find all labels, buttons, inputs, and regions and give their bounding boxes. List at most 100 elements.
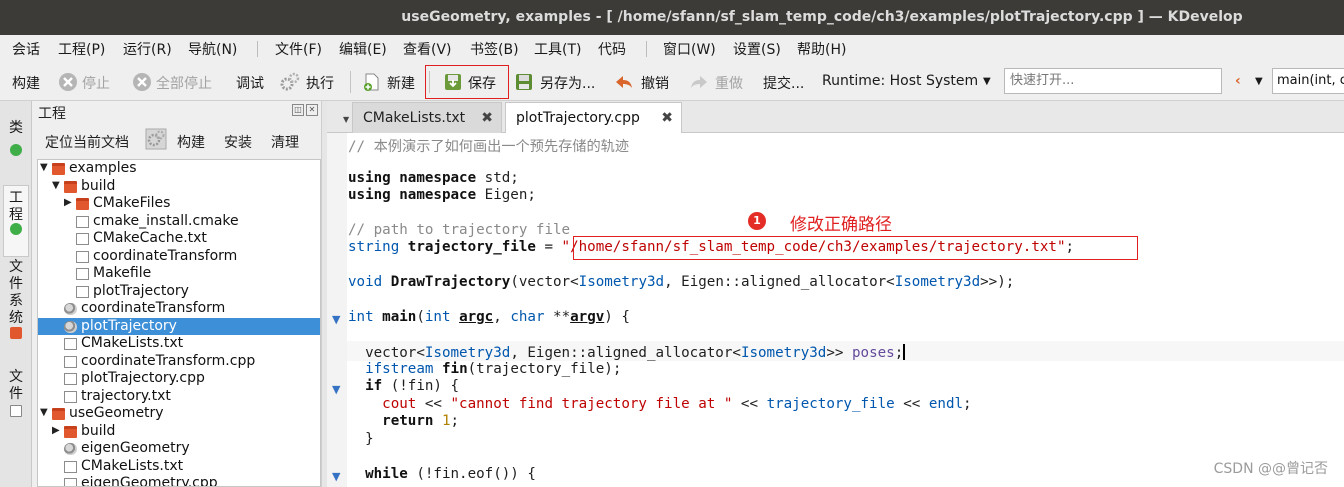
projects-icon [10,223,22,235]
save-as-button[interactable]: 另存为... [540,73,595,93]
build-gears-icon[interactable] [145,128,167,150]
expand-chevron-right-icon[interactable]: ▶ [64,197,72,208]
code-editor[interactable]: ▼ ▼ ▼ // 本例演示了如何画出一个预先存储的轨迹 using namesp… [327,133,1344,487]
function-selector[interactable]: main(int, c [1272,68,1344,94]
menu-file[interactable]: 文件(F) [275,39,322,59]
tree-row[interactable]: CMakeLists.txt [38,335,320,353]
tab-plottrajectory[interactable]: plotTrajectory.cpp ✖ [505,102,682,134]
sidebar-tab-filesystem[interactable]: 文件系统 [5,259,27,326]
expand-chevron-right-icon[interactable]: ▶ [52,425,60,436]
save-highlight-box [425,65,509,99]
tree-row-label: Makefile [93,265,152,281]
watermark: CSDN @@曾记否 [1213,461,1328,477]
project-clean-button[interactable]: 清理 [271,132,299,152]
sidebar-tab-classes[interactable]: 类 [5,120,27,137]
project-install-button[interactable]: 安装 [224,132,252,152]
panel-close-icon[interactable]: ✕ [306,104,318,116]
file-icon [64,478,77,486]
execute-button[interactable]: 执行 [306,73,334,93]
sidebar-tab-projects[interactable]: 工程 [3,185,29,257]
runtime-chevron-down-icon[interactable]: ▼ [983,76,991,87]
menu-help[interactable]: 帮助(H) [797,39,846,59]
tree-row[interactable]: CMakeCache.txt [38,230,320,248]
menu-settings[interactable]: 设置(S) [733,39,781,59]
undo-button[interactable]: 撤销 [641,73,669,93]
tree-row[interactable]: ▼ useGeometry [38,405,320,423]
folder-icon [52,163,65,175]
tree-row[interactable]: CMakeLists.txt [38,458,320,476]
menu-session[interactable]: 会话 [12,39,40,59]
tree-row[interactable]: coordinateTransform [38,300,320,318]
project-tree[interactable]: ▼ examples ▼ build ▶ CMakeFiles cmake_install.… [37,159,321,487]
tab-cmakelists-label: CMakeLists.txt [363,110,466,126]
tab-list-chevron-icon[interactable]: ▼ [343,115,349,124]
quick-open-input[interactable]: 快速打开... [1004,68,1222,94]
fold-while-icon[interactable]: ▼ [332,470,340,483]
menu-code[interactable]: 代码 [598,39,626,59]
build-button[interactable]: 构建 [12,73,40,93]
commit-button[interactable]: 提交... [763,73,804,93]
redo-icon [691,76,707,88]
fold-if-icon[interactable]: ▼ [332,383,340,396]
sidebar-tab-documents[interactable]: 文件 [5,369,27,405]
tree-row-label: CMakeLists.txt [81,335,184,351]
tree-row[interactable]: ▼ build [38,178,320,196]
tree-row[interactable]: coordinateTransform [38,248,320,266]
menu-tools[interactable]: 工具(T) [534,39,581,59]
project-panel-toolbar: 定位当前文档 构建 安装 清理 [33,123,321,157]
code-text: << [894,396,929,412]
expand-chevron-down-icon[interactable]: ▼ [40,407,48,418]
tree-row[interactable]: Makefile [38,265,320,283]
menu-edit[interactable]: 编辑(E) [339,39,387,59]
type-name: ifstream [365,361,434,377]
panel-float-icon[interactable]: ◫ [292,104,304,116]
tree-row[interactable]: trajectory.txt [38,388,320,406]
tree-row[interactable]: eigenGeometry.cpp [38,475,320,486]
tree-row-label: eigenGeometry [81,440,190,456]
sidebar-tab-strip: 类 工程 文件系统 文件 [0,101,32,487]
menu-view[interactable]: 查看(V) [403,39,452,59]
function-chevron-down-icon[interactable]: ▼ [1255,76,1263,87]
tree-row[interactable]: plotTrajectory.cpp [38,370,320,388]
code-text: (!fin) { [382,378,460,394]
tree-row[interactable]: eigenGeometry [38,440,320,458]
debug-button[interactable]: 调试 [236,73,264,93]
code-text: } [365,431,374,447]
menu-bookmarks[interactable]: 书签(B) [470,39,519,59]
code-line-8: vector<Isometry3d, Eigen::aligned_alloca… [365,344,906,361]
stop-button[interactable]: 停止 [82,73,110,93]
tree-row[interactable]: cmake_install.cmake [38,213,320,231]
type-name: void [348,274,383,290]
menu-window[interactable]: 窗口(W) [663,39,716,59]
runtime-selector[interactable]: Runtime: Host System [822,73,978,89]
tree-row[interactable]: coordinateTransform.cpp [38,353,320,371]
expand-chevron-down-icon[interactable]: ▼ [52,180,60,191]
file-icon [64,390,77,403]
back-arrow-icon[interactable]: ‹ [1235,73,1241,89]
tree-row[interactable]: ▶ build [38,423,320,441]
redo-button[interactable]: 重做 [715,73,743,93]
tree-row[interactable]: plotTrajectory [38,283,320,301]
fold-main-icon[interactable]: ▼ [332,313,340,326]
expand-chevron-down-icon[interactable]: ▼ [40,162,48,173]
tab-cmakelists[interactable]: CMakeLists.txt ✖ [352,102,502,133]
tree-row[interactable]: plotTrajectory [38,317,320,335]
file-icon [76,215,89,228]
project-build-button[interactable]: 构建 [177,132,205,152]
tree-row-label: examples [69,160,137,176]
tab-cmakelists-close-icon[interactable]: ✖ [481,103,493,133]
menu-run[interactable]: 运行(R) [123,39,172,59]
build-target-icon [64,320,77,333]
new-button[interactable]: 新建 [387,73,415,93]
code-text: , Eigen::aligned_allocator< [664,274,895,290]
type-name: Isometry3d [740,345,827,361]
tree-row[interactable]: ▶ CMakeFiles [38,195,320,213]
tab-plottrajectory-close-icon[interactable]: ✖ [661,103,673,133]
function-name: main [382,309,417,325]
stop-all-button[interactable]: 全部停止 [156,73,212,93]
tree-row[interactable]: ▼ examples [38,160,320,178]
menu-project[interactable]: 工程(P) [58,39,105,59]
locate-current-document-button[interactable]: 定位当前文档 [45,132,129,152]
menu-navigate[interactable]: 导航(N) [188,39,237,59]
code-text: >> [826,345,852,361]
